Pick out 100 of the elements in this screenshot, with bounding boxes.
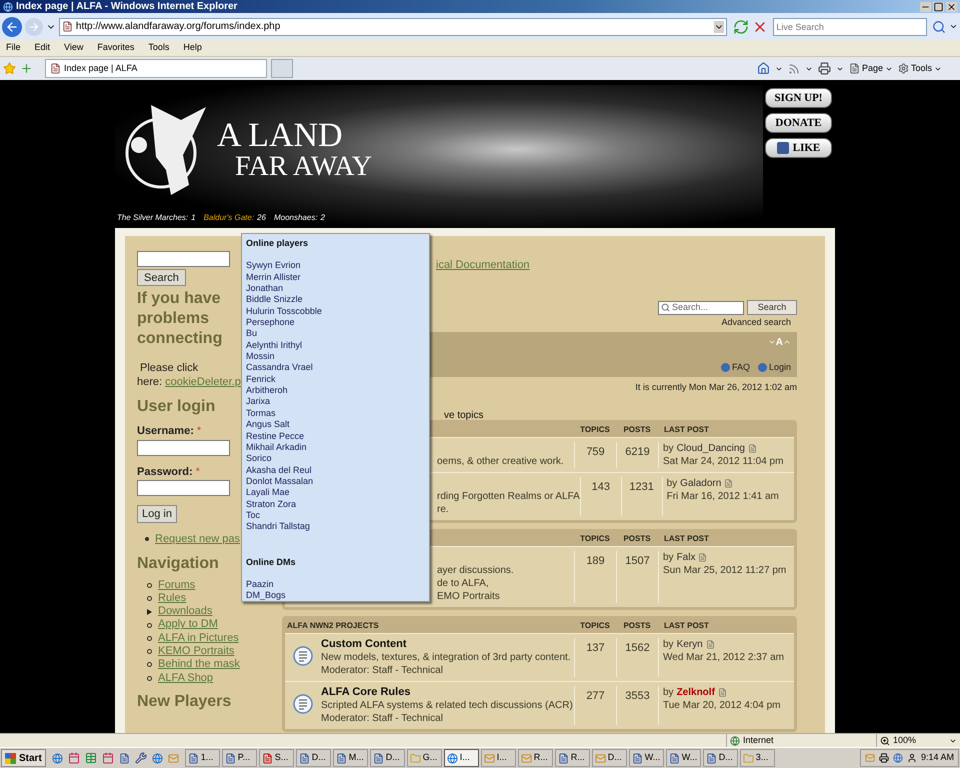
menu-item[interactable]: Help bbox=[183, 41, 202, 55]
taskbar-button[interactable]: D... bbox=[296, 749, 331, 767]
search-icon[interactable] bbox=[932, 20, 946, 34]
menu-item[interactable]: File bbox=[6, 41, 21, 55]
calendar-icon[interactable] bbox=[68, 752, 80, 764]
menu-item[interactable]: Tools bbox=[148, 41, 170, 55]
restore-icon[interactable] bbox=[933, 2, 944, 12]
taskbar-button[interactable]: 3... bbox=[740, 749, 775, 767]
password-field[interactable] bbox=[137, 480, 230, 496]
player-name[interactable]: Arbitheroh bbox=[246, 385, 425, 396]
forum-search-field[interactable]: Search... bbox=[658, 300, 744, 314]
search-field[interactable] bbox=[137, 251, 230, 267]
menu-item[interactable]: View bbox=[64, 41, 84, 55]
player-name[interactable]: Cassandra Vrael bbox=[246, 362, 425, 374]
caret-icon[interactable] bbox=[714, 20, 724, 32]
player-name[interactable]: Persephone bbox=[246, 317, 425, 328]
player-name[interactable]: Biddle Snizzle bbox=[246, 294, 425, 306]
forum-title[interactable]: ALFA Core Rules bbox=[321, 686, 573, 699]
taskbar-button[interactable]: R... bbox=[518, 749, 553, 767]
browser-tab[interactable]: Index page | ALFA bbox=[45, 59, 267, 78]
faq-link[interactable]: FAQ bbox=[720, 360, 750, 374]
header-button[interactable]: DONATE bbox=[765, 113, 832, 133]
player-name[interactable]: Restine Pecce bbox=[246, 430, 425, 442]
player-name[interactable]: Bu bbox=[246, 328, 425, 340]
username-field[interactable] bbox=[137, 440, 230, 456]
advanced-search-link[interactable]: Advanced search bbox=[721, 316, 791, 330]
player-name[interactable]: Akasha del Reul bbox=[246, 464, 425, 476]
player-name[interactable]: Sorico bbox=[246, 453, 425, 465]
player-name[interactable]: Shandri Tallstag bbox=[246, 521, 425, 533]
spreadsheet-icon[interactable] bbox=[84, 752, 97, 764]
player-name[interactable]: Merrin Allister bbox=[246, 272, 425, 284]
taskbar-button[interactable]: R... bbox=[554, 749, 590, 767]
view-post-icon[interactable] bbox=[698, 553, 708, 562]
search-button[interactable]: Search bbox=[137, 269, 186, 286]
dm-name[interactable]: DM_Bogs bbox=[246, 590, 425, 602]
taskbar-button[interactable]: W... bbox=[628, 749, 664, 767]
taskbar-button[interactable]: D... bbox=[370, 749, 405, 767]
forum-title[interactable]: Custom Content bbox=[321, 638, 571, 651]
refresh-icon[interactable] bbox=[733, 18, 750, 34]
login-button[interactable]: Log in bbox=[137, 505, 177, 523]
taskbar-button[interactable]: D... bbox=[702, 749, 738, 767]
player-name[interactable]: Sywyn Evrion bbox=[246, 260, 425, 272]
last-post-author[interactable]: Zelknolf bbox=[676, 686, 715, 699]
player-name[interactable]: Fenrick bbox=[246, 374, 425, 386]
live-search-field[interactable]: Live Search bbox=[773, 18, 928, 36]
last-post-author[interactable]: Falx bbox=[676, 551, 696, 564]
menu-item[interactable]: Favorites bbox=[97, 41, 134, 55]
player-name[interactable]: Straton Zora bbox=[246, 498, 425, 510]
globe-icon[interactable] bbox=[892, 753, 903, 763]
view-post-icon[interactable] bbox=[724, 479, 734, 488]
close-icon[interactable] bbox=[946, 2, 957, 12]
toolbar-menu-button[interactable]: Tools bbox=[898, 62, 942, 76]
player-name[interactable]: Jarixa bbox=[246, 396, 425, 408]
player-name[interactable]: Toc bbox=[246, 510, 425, 522]
view-post-icon[interactable] bbox=[748, 444, 757, 453]
minimize-icon[interactable] bbox=[920, 2, 931, 12]
last-post-author[interactable]: Keryn bbox=[676, 638, 703, 651]
toolbar-menu-button[interactable]: Page bbox=[848, 62, 893, 76]
view-post-icon[interactable] bbox=[706, 640, 715, 649]
player-name[interactable]: Jonathan bbox=[246, 283, 425, 294]
last-post-author[interactable]: Cloud_Dancing bbox=[676, 442, 745, 455]
calendar-icon[interactable] bbox=[102, 752, 114, 764]
category-title[interactable]: ALFA NWN2 PROJECTS bbox=[287, 621, 379, 630]
add-favorite-icon[interactable] bbox=[20, 62, 33, 75]
player-name[interactable]: Hulurin Tosscobble bbox=[246, 306, 425, 318]
home-icon[interactable] bbox=[756, 62, 770, 75]
player-name[interactable]: Mossin bbox=[246, 351, 425, 362]
user-icon[interactable] bbox=[906, 753, 917, 763]
view-post-icon[interactable] bbox=[718, 688, 727, 697]
feed-icon[interactable] bbox=[788, 62, 800, 74]
taskbar-button[interactable]: P... bbox=[222, 749, 257, 767]
player-name[interactable]: Tormas bbox=[246, 408, 425, 420]
print-icon[interactable] bbox=[878, 753, 889, 763]
login-link[interactable]: Login bbox=[758, 360, 791, 374]
address-field[interactable]: http://www.alandfaraway.org/forums/index.php bbox=[58, 18, 728, 36]
back-icon[interactable] bbox=[2, 16, 22, 36]
taskbar-button[interactable]: 1... bbox=[184, 749, 220, 767]
player-name[interactable]: Angus Salt bbox=[246, 419, 425, 430]
taskbar-button[interactable]: D... bbox=[592, 749, 627, 767]
star-icon[interactable] bbox=[3, 62, 16, 75]
print-icon[interactable] bbox=[818, 62, 831, 75]
forum-search-button[interactable]: Search bbox=[747, 300, 797, 315]
header-button[interactable]: SIGN UP! bbox=[765, 88, 832, 108]
taskbar-button[interactable]: G... bbox=[406, 749, 442, 767]
player-name[interactable]: Layali Mae bbox=[246, 487, 425, 499]
dm-name[interactable]: Paazin bbox=[246, 578, 425, 590]
taskbar-button[interactable]: I... bbox=[480, 749, 516, 767]
start-button[interactable]: Start bbox=[1, 749, 46, 767]
menu-item[interactable]: Edit bbox=[34, 41, 50, 55]
wrench-icon[interactable] bbox=[134, 752, 147, 764]
header-button[interactable]: LIKE bbox=[765, 138, 832, 158]
last-post-author[interactable]: Galadorn bbox=[680, 477, 722, 490]
taskbar-button[interactable]: S... bbox=[258, 749, 294, 767]
player-name[interactable]: Mikhail Arkadin bbox=[246, 442, 425, 454]
player-name[interactable]: Donlot Massalan bbox=[246, 476, 425, 488]
player-name[interactable]: Aelynthi Irithyl bbox=[246, 340, 425, 352]
caret-icon[interactable] bbox=[949, 22, 958, 31]
taskbar-button[interactable]: W... bbox=[666, 749, 701, 767]
taskbar-button[interactable]: I... bbox=[444, 749, 479, 767]
active-topics-link[interactable]: ve topics bbox=[444, 410, 484, 421]
